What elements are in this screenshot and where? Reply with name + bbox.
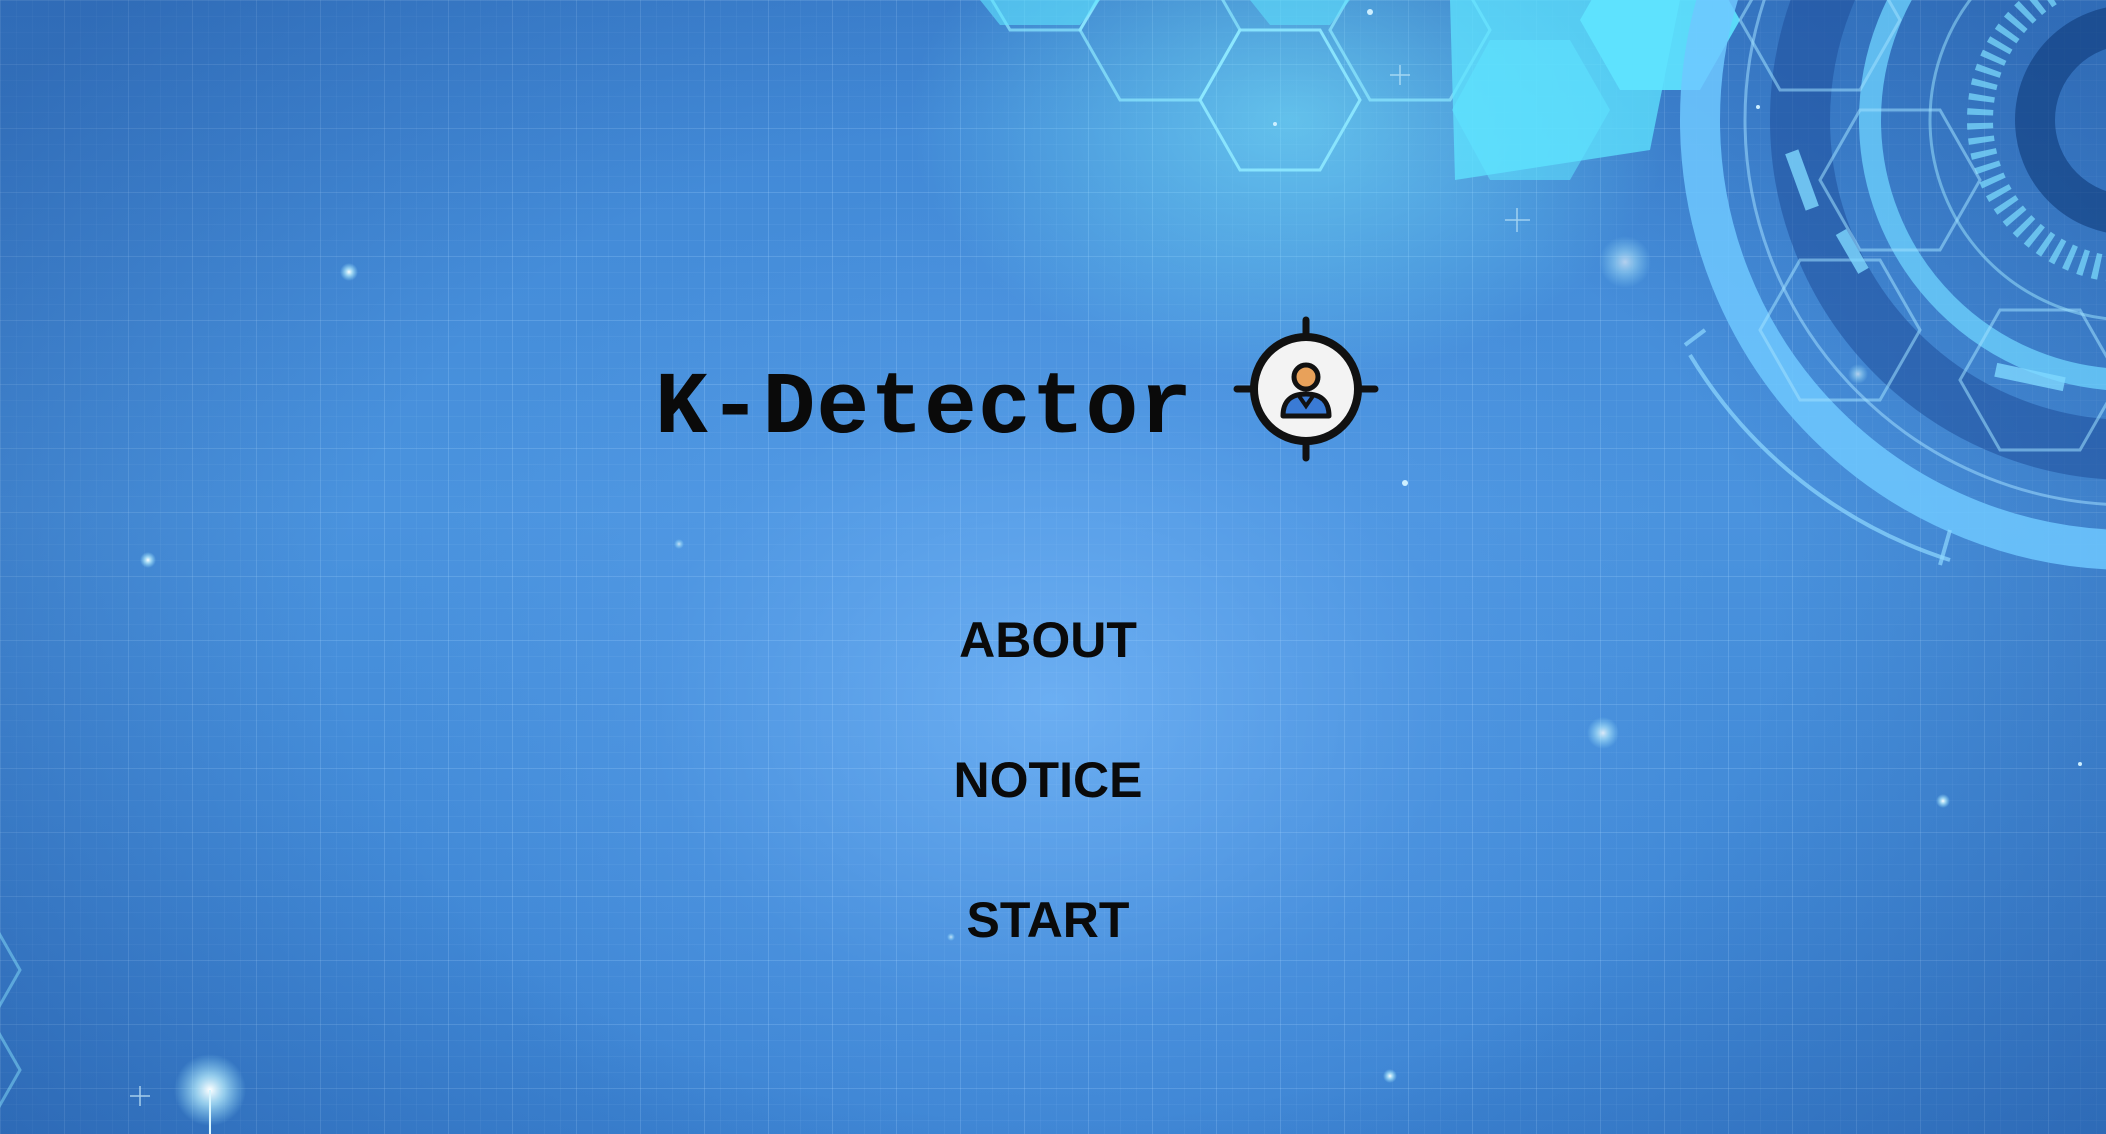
about-button[interactable]: ABOUT — [959, 605, 1137, 745]
start-button[interactable]: START — [967, 885, 1130, 1025]
main-menu: ABOUT NOTICE START — [848, 605, 1248, 1025]
app-title: K-Detector — [655, 359, 1194, 459]
hexagon-cluster — [990, 0, 1492, 172]
notice-button[interactable]: NOTICE — [954, 745, 1143, 885]
hud-bars — [1785, 149, 2066, 392]
crosshair-person-icon — [1233, 316, 1379, 462]
hexagon-filled — [980, 0, 1740, 180]
title-row: K-Detector — [655, 316, 1379, 462]
circular-hud — [1680, 0, 2106, 570]
hud-hexes — [1738, 0, 2106, 452]
